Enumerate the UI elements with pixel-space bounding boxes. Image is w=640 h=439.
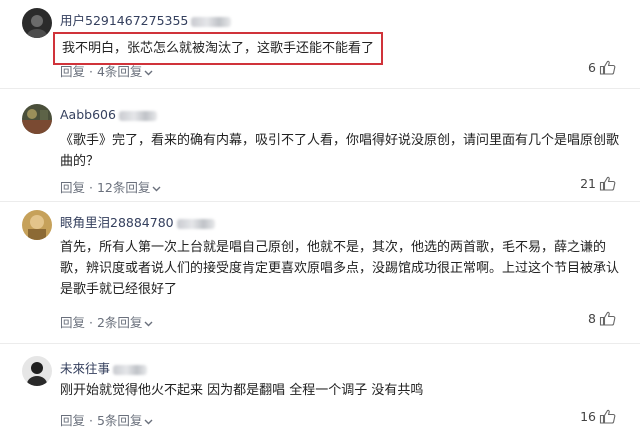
avatar[interactable]	[22, 104, 52, 134]
comment-text: 首先，所有人第一次上台就是唱自己原创，他就不是，其次，他选的两首歌，毛不易，薛之…	[60, 240, 620, 297]
replies-toggle[interactable]: 5条回复	[97, 413, 153, 428]
like-button[interactable]: 6	[588, 60, 616, 75]
like-count: 16	[580, 409, 596, 424]
reply-button[interactable]: 回复	[60, 64, 85, 79]
chevron-down-icon	[144, 419, 153, 424]
thumbs-up-icon	[599, 311, 616, 326]
avatar[interactable]	[22, 356, 52, 386]
reply-button[interactable]: 回复	[60, 413, 85, 428]
divider	[0, 201, 640, 202]
username[interactable]: 用户5291467275355	[60, 10, 232, 29]
thumbs-up-icon	[599, 60, 616, 75]
replies-toggle[interactable]: 4条回复	[97, 64, 153, 79]
chevron-down-icon	[144, 321, 153, 326]
username[interactable]: Aabb606	[60, 107, 157, 122]
comment-text: 刚开始就觉得他火不起来 因为都是翻唱 全程一个调子 没有共鸣	[60, 383, 424, 398]
chevron-down-icon	[144, 70, 153, 75]
chevron-down-icon	[152, 186, 161, 191]
like-button[interactable]: 8	[588, 311, 616, 326]
comment-meta: 回复 · 5条回复	[60, 410, 153, 429]
replies-toggle[interactable]: 2条回复	[97, 315, 153, 330]
like-count: 6	[588, 60, 596, 75]
reply-button[interactable]: 回复	[60, 315, 85, 330]
comment-item: 用户5291467275355 我不明白，张芯怎么就被淘汰了，这歌手还能不能看了…	[0, 0, 640, 88]
comment-meta: 回复 · 4条回复	[60, 61, 153, 80]
like-button[interactable]: 16	[580, 409, 616, 424]
comment-item: 眼角里泪28884780 首先，所有人第一次上台就是唱自己原创，他就不是，其次，…	[0, 210, 640, 340]
comment-meta: 回复 · 2条回复	[60, 312, 153, 331]
avatar[interactable]	[22, 210, 52, 240]
avatar[interactable]	[22, 8, 52, 38]
username[interactable]: 未來往事	[60, 358, 148, 377]
comment-item: Aabb606 《歌手》完了，看来的确有内幕，吸引不了人看，你唱得好说没原创，请…	[0, 96, 640, 196]
like-button[interactable]: 21	[580, 176, 616, 191]
replies-toggle[interactable]: 12条回复	[97, 180, 161, 195]
comment-meta: 回复 · 12条回复	[60, 177, 161, 196]
comment-text: 《歌手》完了，看来的确有内幕，吸引不了人看，你唱得好说没原创，请问里面有几个是唱…	[60, 133, 620, 169]
username[interactable]: 眼角里泪28884780	[60, 212, 215, 231]
thumbs-up-icon	[599, 409, 616, 424]
like-count: 8	[588, 311, 596, 326]
like-count: 21	[580, 176, 596, 191]
divider	[0, 88, 640, 89]
reply-button[interactable]: 回复	[60, 180, 85, 195]
divider	[0, 343, 640, 344]
comment-item: 未來往事 刚开始就觉得他火不起来 因为都是翻唱 全程一个调子 没有共鸣 回复 ·…	[0, 352, 640, 439]
thumbs-up-icon	[599, 176, 616, 191]
